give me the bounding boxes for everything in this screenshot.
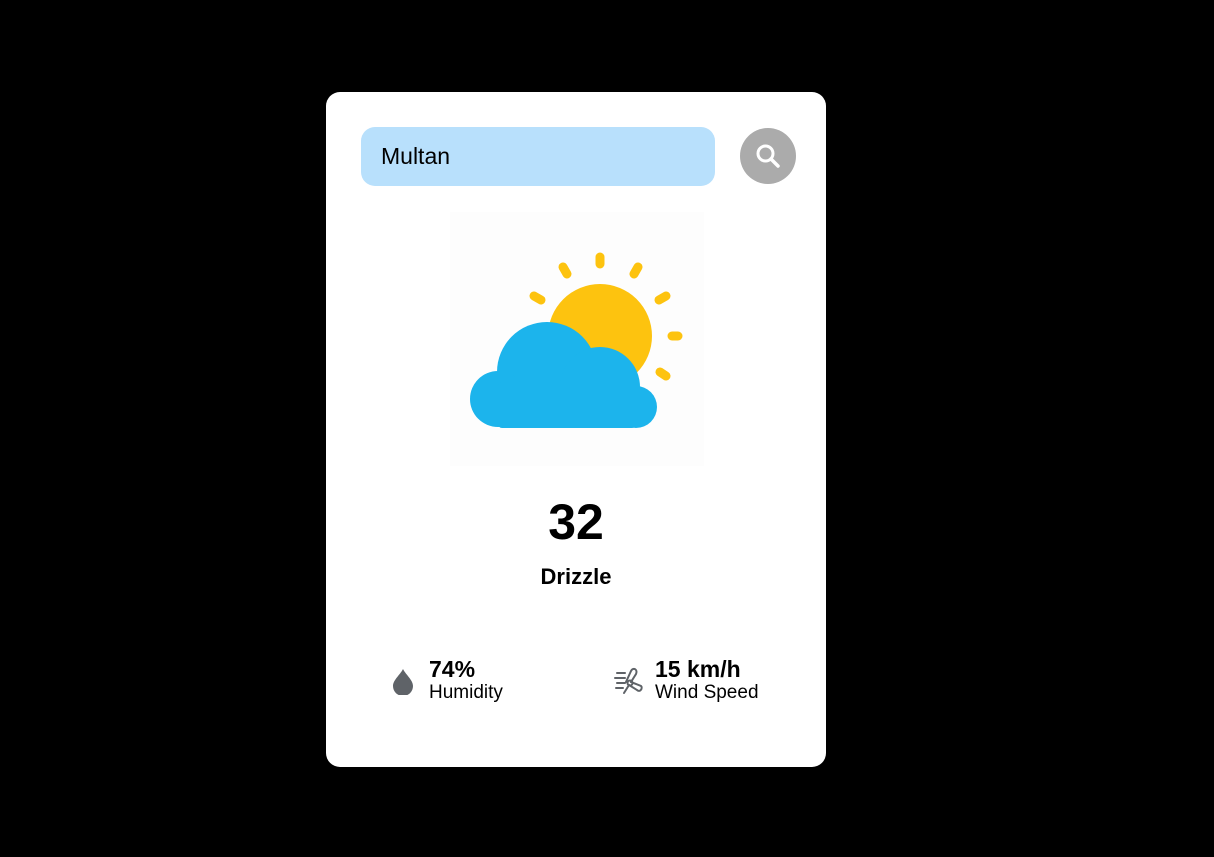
city-search-input[interactable] [361,127,715,186]
search-button[interactable] [740,128,796,184]
wind-icon [614,667,643,694]
search-icon [756,144,780,168]
wind-stat: 15 km/h Wind Speed [614,657,759,705]
water-drop-icon [393,669,413,695]
humidity-label: Humidity [429,682,503,703]
humidity-value: 74% [429,656,476,682]
humidity-stat: 74% Humidity [388,657,503,705]
partly-cloudy-icon [470,252,683,428]
wind-speed-label: Wind Speed [655,682,759,703]
weather-card: 32 Drizzle 74% Humidity [326,92,826,767]
weather-image [450,212,704,466]
weather-condition: Drizzle [540,564,612,589]
wind-speed-value: 15 km/h [655,656,741,682]
temperature-value: 32 [548,494,604,550]
